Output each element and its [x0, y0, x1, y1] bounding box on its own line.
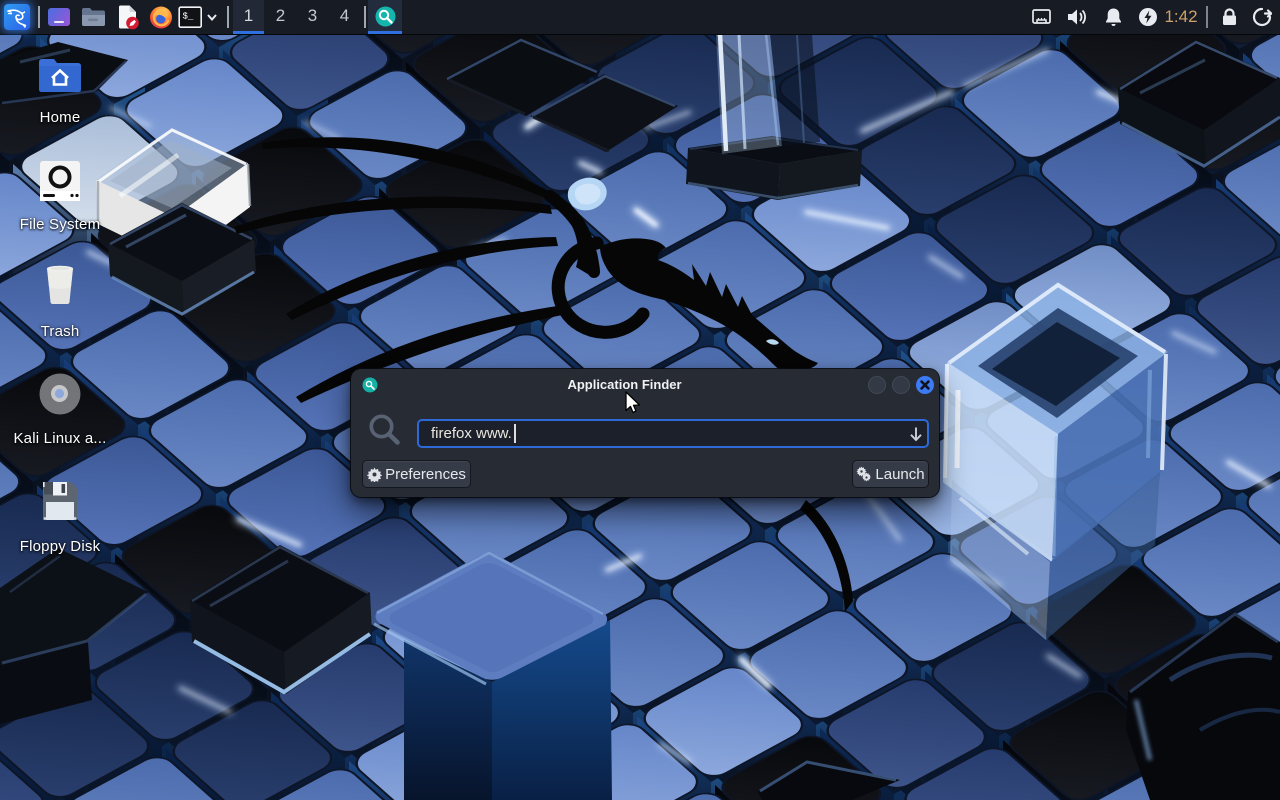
svg-text:$_: $_ [183, 12, 194, 22]
